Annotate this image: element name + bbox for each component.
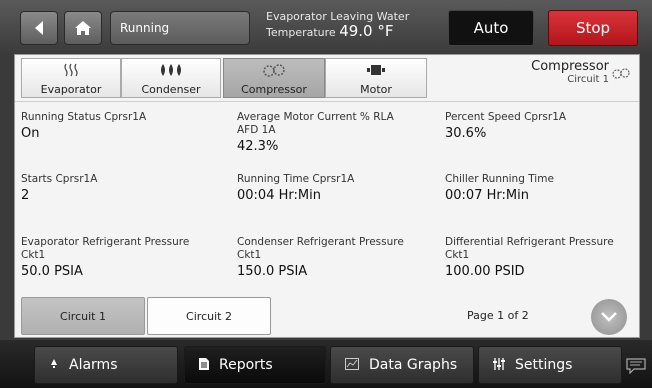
field-label: Condenser Refrigerant Pressure: [237, 236, 404, 248]
tab-motor[interactable]: Motor: [325, 58, 427, 98]
field-percent-speed: Percent Speed Cprsr1A 30.6%: [445, 111, 645, 141]
auto-button-label: Auto: [473, 19, 509, 37]
nav-data-graphs-label: Data Graphs: [369, 357, 458, 373]
auto-button[interactable]: Auto: [448, 10, 534, 46]
section-subtitle: Circuit 1: [567, 74, 609, 85]
evap-leaving-water-temp: Evaporator Leaving Water Temperature 49.…: [266, 10, 416, 40]
nav-settings[interactable]: Settings: [478, 346, 622, 384]
compressor-title-icon: [611, 66, 631, 85]
field-diff-ref-pressure: Differential Refrigerant Pressure Ckt1 1…: [445, 236, 645, 279]
field-label: Average Motor Current % RLA: [237, 111, 394, 123]
field-label-line2: Ckt1: [237, 249, 262, 261]
stop-button[interactable]: Stop: [548, 10, 638, 46]
field-running-time: Running Time Cprsr1A 00:04 Hr:Min: [237, 173, 437, 203]
tab-evaporator-label: Evaporator: [40, 83, 102, 96]
field-avg-motor-current: Average Motor Current % RLA AFD 1A 42.3%: [237, 111, 437, 154]
field-label: Running Time Cprsr1A: [237, 173, 355, 185]
nav-reports-label: Reports: [219, 357, 273, 373]
home-button[interactable]: [64, 11, 102, 45]
field-value: 42.3%: [237, 139, 279, 154]
field-chiller-running-time: Chiller Running Time 00:07 Hr:Min: [445, 173, 645, 203]
chart-icon: [345, 357, 359, 373]
tab-condenser-label: Condenser: [141, 83, 201, 96]
field-label: Differential Refrigerant Pressure: [445, 236, 614, 248]
tab-compressor[interactable]: Compressor: [223, 58, 325, 98]
nav-data-graphs[interactable]: Data Graphs: [330, 346, 474, 384]
circuit-1-label: Circuit 1: [60, 309, 106, 323]
field-value: 50.0 PSIA: [21, 264, 83, 279]
circuit-2-label: Circuit 2: [186, 309, 232, 323]
field-running-status: Running Status Cprsr1A On: [21, 111, 221, 141]
field-value: 00:07 Hr:Min: [445, 188, 529, 203]
field-label: Percent Speed Cprsr1A: [445, 111, 567, 123]
nav-alarms-label: Alarms: [69, 357, 118, 373]
compressor-icon: [224, 63, 324, 79]
evap-temp-label-line2: Temperature: [266, 26, 336, 39]
document-icon: [199, 357, 209, 373]
circuit-1-button[interactable]: Circuit 1: [21, 297, 145, 335]
motor-icon: [326, 63, 426, 79]
tab-compressor-label: Compressor: [241, 83, 307, 96]
field-label: Starts Cprsr1A: [21, 173, 98, 185]
circuit-2-button[interactable]: Circuit 2: [147, 297, 271, 335]
nav-reports[interactable]: Reports: [184, 346, 326, 384]
evap-temp-value: 49.0 °F: [339, 22, 394, 40]
field-value: 2: [21, 188, 30, 203]
field-cond-ref-pressure: Condenser Refrigerant Pressure Ckt1 150.…: [237, 236, 437, 279]
chevron-down-icon: [601, 312, 617, 322]
divider: [15, 101, 639, 102]
sliders-icon: [493, 357, 505, 373]
evaporator-icon: [22, 63, 120, 79]
running-status-text: Running: [120, 21, 170, 35]
field-value: 30.6%: [445, 126, 487, 141]
page-indicator: Page 1 of 2: [467, 309, 529, 322]
nav-settings-label: Settings: [515, 357, 573, 373]
field-starts: Starts Cprsr1A 2: [21, 173, 221, 203]
field-label: Chiller Running Time: [445, 173, 554, 185]
field-value: 150.0 PSIA: [237, 264, 308, 279]
section-title: Compressor Circuit 1: [531, 59, 631, 85]
field-value: On: [21, 126, 40, 141]
bell-icon: [49, 358, 59, 372]
section-title-text: Compressor: [531, 59, 609, 74]
stop-button-label: Stop: [575, 19, 611, 37]
tab-condenser[interactable]: Condenser: [121, 58, 221, 98]
field-value: 00:04 Hr:Min: [237, 188, 321, 203]
back-button[interactable]: [20, 11, 58, 45]
field-value: 100.00 PSID: [445, 264, 525, 279]
condenser-icon: [122, 63, 220, 79]
field-label-line2: Ckt1: [21, 249, 46, 261]
bottom-nav: Alarms Reports Data Graphs Settings: [0, 340, 652, 388]
field-label: Evaporator Refrigerant Pressure: [21, 236, 190, 248]
field-label-line2: AFD 1A: [237, 124, 276, 136]
main-panel: Evaporator Condenser Compressor Motor Co…: [14, 54, 640, 338]
running-status-box: Running: [110, 11, 250, 45]
home-icon: [75, 21, 91, 35]
header: Running Evaporator Leaving Water Tempera…: [0, 0, 652, 54]
page-down-button[interactable]: [591, 299, 627, 335]
tab-motor-label: Motor: [360, 83, 392, 96]
field-label-line2: Ckt1: [445, 249, 470, 261]
nav-alarms[interactable]: Alarms: [34, 346, 178, 384]
back-arrow-icon: [35, 21, 43, 35]
chat-icon[interactable]: [626, 358, 646, 375]
tab-evaporator[interactable]: Evaporator: [21, 58, 121, 98]
field-label: Running Status Cprsr1A: [21, 111, 147, 123]
field-evap-ref-pressure: Evaporator Refrigerant Pressure Ckt1 50.…: [21, 236, 221, 279]
